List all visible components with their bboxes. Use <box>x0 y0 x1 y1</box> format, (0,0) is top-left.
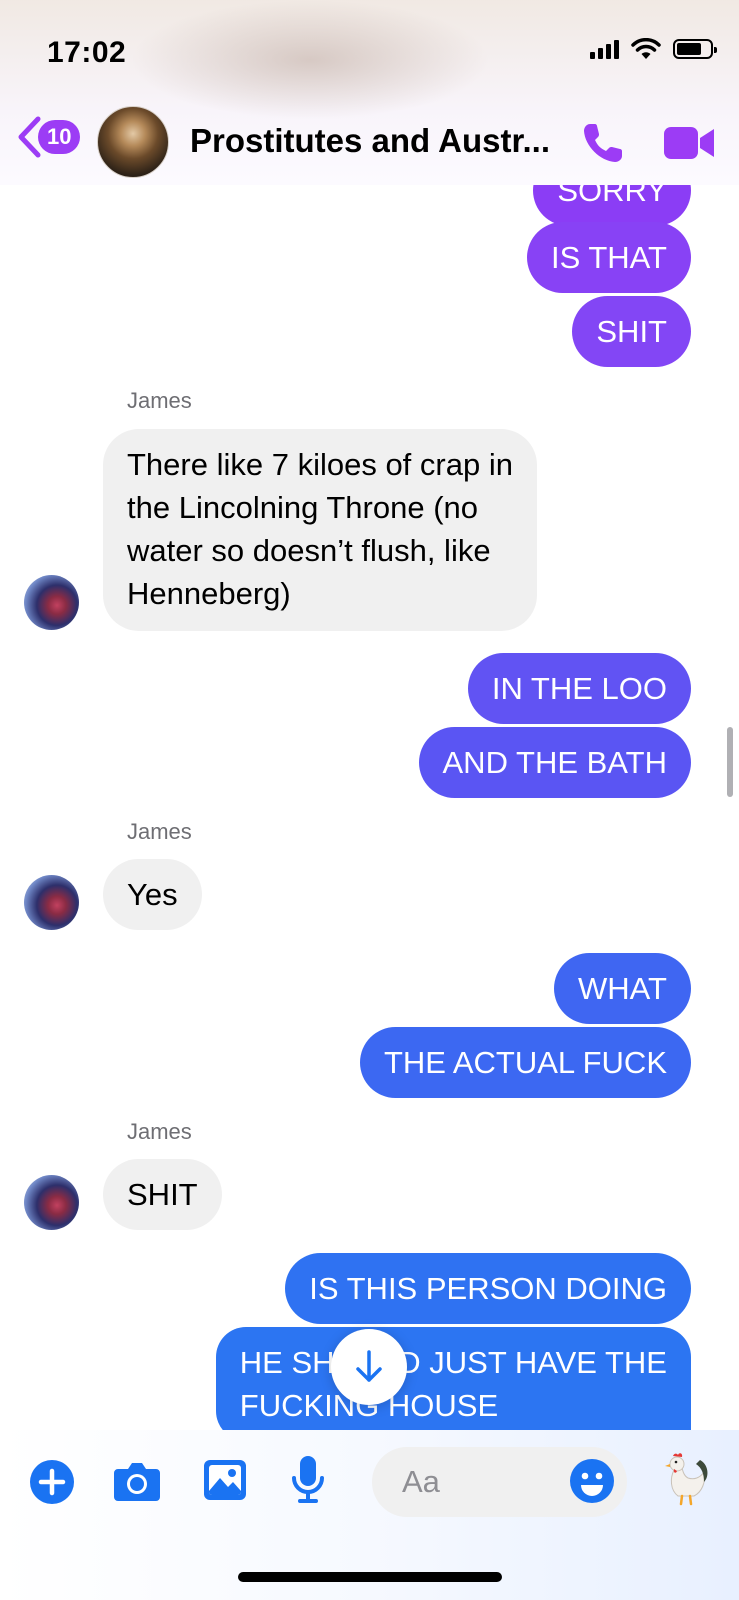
status-icons <box>590 38 717 60</box>
camera-icon[interactable] <box>112 1459 162 1503</box>
message-bubble-incoming[interactable]: There like 7 kiloes of crap in the Linco… <box>103 429 537 631</box>
sender-avatar[interactable] <box>24 875 79 930</box>
message-bubble-outgoing[interactable]: AND THE BATH <box>418 727 691 798</box>
quick-reaction-rooster <box>665 1453 708 1506</box>
group-avatar[interactable] <box>97 106 169 178</box>
back-button[interactable]: 10 <box>16 115 81 159</box>
message-line: Henneberg) <box>127 576 291 611</box>
scrollbar[interactable] <box>727 727 733 797</box>
message-line: FUCKING HOUSE <box>239 1388 499 1423</box>
message-line: There like 7 kiloes of crap in <box>127 447 513 482</box>
scroll-to-bottom-button[interactable] <box>331 1329 407 1405</box>
sender-name: James <box>127 388 192 413</box>
top-bar: 17:02 10 Prostitutes and Austr... <box>0 0 739 185</box>
sender-avatar[interactable] <box>24 575 79 630</box>
message-bubble-outgoing[interactable]: IS THIS PERSON DOING <box>285 1253 691 1324</box>
status-time: 17:02 <box>47 36 127 69</box>
message-bubble-outgoing[interactable]: WHAT <box>554 953 691 1024</box>
video-camera-icon[interactable] <box>662 124 716 162</box>
microphone-icon[interactable] <box>290 1454 326 1504</box>
sender-name: James <box>127 819 192 844</box>
message-line: the Lincolning Throne (no <box>127 490 479 525</box>
message-bubble-incoming[interactable]: Yes <box>103 859 202 930</box>
rooster-icon[interactable] <box>660 1452 712 1513</box>
conversation-title[interactable]: Prostitutes and Austr... <box>190 122 550 160</box>
home-indicator[interactable] <box>238 1572 502 1582</box>
message-bubble-outgoing[interactable]: HE SHOULD JUST HAVE THE FUCKING HOUSE <box>215 1327 691 1430</box>
arrow-down-icon <box>356 1350 382 1382</box>
sender-name: James <box>127 1119 192 1144</box>
message-bubble-outgoing[interactable]: IN THE LOO <box>467 653 691 724</box>
message-line: water so doesn’t flush, like <box>127 533 491 568</box>
wifi-icon <box>631 38 661 59</box>
phone-icon[interactable] <box>580 120 626 166</box>
message-bubble-outgoing[interactable]: SHIT <box>572 296 691 367</box>
message-bubble-outgoing[interactable]: THE ACTUAL FUCK <box>359 1027 691 1098</box>
battery-icon <box>673 39 717 59</box>
message-line: HE SHOULD JUST HAVE THE <box>239 1345 667 1380</box>
sender-avatar[interactable] <box>24 1175 79 1230</box>
composer-bar <box>0 1430 739 1600</box>
emoji-icon[interactable] <box>569 1458 615 1504</box>
plus-icon[interactable] <box>29 1459 75 1505</box>
message-list[interactable]: SORRY IS THAT SHIT James There like 7 ki… <box>0 185 739 1430</box>
unread-badge: 10 <box>38 120 81 154</box>
image-icon[interactable] <box>202 1458 248 1502</box>
message-bubble-outgoing[interactable]: SORRY <box>533 185 691 226</box>
cellular-signal-icon <box>590 39 619 59</box>
message-bubble-outgoing[interactable]: IS THAT <box>527 222 691 293</box>
message-bubble-incoming[interactable]: SHIT <box>103 1159 222 1230</box>
